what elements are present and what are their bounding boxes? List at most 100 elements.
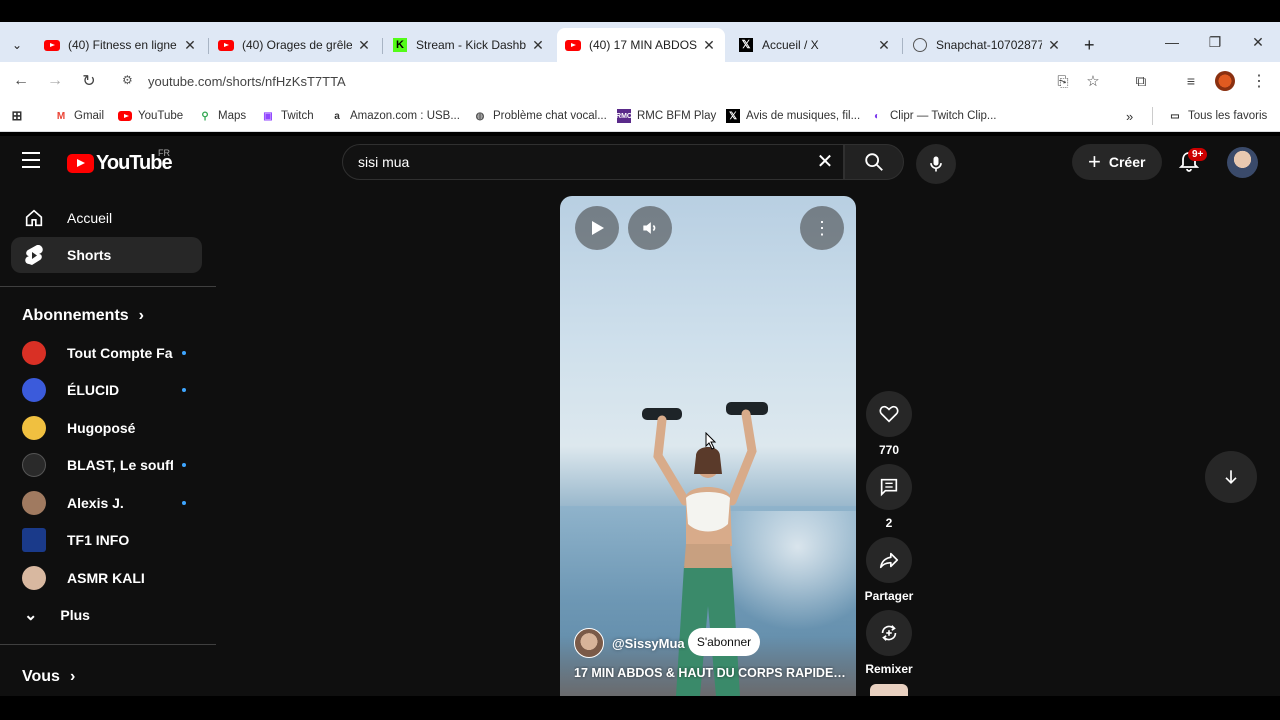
- volume-button[interactable]: [628, 206, 672, 250]
- tab-title: (40) Fitness en ligne :: [68, 38, 178, 52]
- minimize-button[interactable]: —: [1151, 22, 1193, 62]
- new-tab-button[interactable]: +: [1076, 28, 1100, 62]
- youtube-logo[interactable]: YouTube FR: [67, 148, 173, 175]
- channel-avatar: [574, 628, 604, 658]
- like-button[interactable]: [866, 391, 912, 437]
- remix-button[interactable]: [866, 610, 912, 656]
- close-icon[interactable]: ✕: [1046, 37, 1062, 54]
- all-bookmarks-button[interactable]: ▭ Tous les favoris: [1168, 107, 1267, 125]
- close-icon[interactable]: ✕: [701, 37, 717, 54]
- browser-menu-button[interactable]: ⋮: [1248, 70, 1270, 92]
- bookmark-item[interactable]: ◍ Problème chat vocal...: [473, 107, 607, 125]
- youtube-page: YouTube FR sisi mua ✕ + Créer 9+ Accueil…: [0, 136, 1280, 696]
- shorts-icon: [22, 243, 46, 267]
- maps-icon: ⚲: [201, 110, 209, 122]
- subscription-item[interactable]: Tout Compte Fait: [11, 335, 202, 371]
- short-channel-info[interactable]: @SissyMua: [574, 628, 685, 658]
- search-button[interactable]: [844, 144, 904, 180]
- browser-tab[interactable]: (40) Orages de grêle ✕: [210, 28, 380, 62]
- show-more-button[interactable]: ⌄ Plus: [11, 597, 202, 633]
- address-bar[interactable]: ⚙ youtube.com/shorts/nfHzKsT7TTA: [112, 66, 1112, 96]
- bookmark-item[interactable]: ⚲ Maps: [198, 107, 246, 125]
- show-more-label: Plus: [60, 607, 90, 623]
- tab-title: Snapchat-107028771: [936, 38, 1042, 52]
- bookmark-star-button[interactable]: ☆: [1082, 70, 1104, 92]
- install-app-button[interactable]: ⎘: [1052, 70, 1074, 92]
- restore-button[interactable]: ❐: [1194, 22, 1236, 62]
- subscription-item[interactable]: Hugoposé: [11, 410, 202, 446]
- bookmark-item[interactable]: a Amazon.com : USB...: [330, 107, 460, 125]
- create-button[interactable]: + Créer: [1072, 144, 1162, 180]
- bookmark-label: Twitch: [281, 110, 314, 122]
- sidebar-item-label: Shorts: [67, 247, 112, 263]
- browser-tab[interactable]: (40) Fitness en ligne : ✕: [36, 28, 206, 62]
- guide-menu-button[interactable]: [22, 152, 46, 172]
- browser-tab-active[interactable]: (40) 17 MIN ABDOS & ✕: [557, 28, 725, 62]
- sidebar-item-home[interactable]: Accueil: [11, 200, 202, 236]
- close-icon[interactable]: ✕: [182, 37, 198, 54]
- subscription-item[interactable]: ASMR KALI: [11, 560, 202, 596]
- next-short-button[interactable]: [1205, 451, 1257, 503]
- subscribe-button[interactable]: S'abonner: [688, 628, 760, 656]
- restore-icon: ❐: [1208, 33, 1222, 50]
- you-section-header[interactable]: Vous ›: [22, 668, 75, 686]
- profile-button[interactable]: [1214, 70, 1236, 92]
- bookmark-item[interactable]: YouTube: [118, 107, 183, 125]
- sound-thumbnail[interactable]: [870, 684, 908, 696]
- profile-avatar: [1215, 71, 1235, 91]
- browser-tab[interactable]: K Stream - Kick Dashbo ✕: [384, 28, 554, 62]
- plus-icon: +: [1084, 34, 1095, 55]
- site-settings-icon[interactable]: ⚙: [122, 73, 133, 87]
- amazon-icon: a: [334, 110, 340, 122]
- bookmark-item[interactable]: 𝕏 Avis de musiques, fil...: [726, 107, 860, 125]
- extensions-button[interactable]: ⧉: [1130, 70, 1152, 92]
- tab-title: Stream - Kick Dashbo: [416, 38, 526, 52]
- bookmark-item[interactable]: RMC RMC BFM Play: [616, 107, 716, 125]
- short-title[interactable]: 17 MIN ABDOS & HAUT DU CORPS RAPIDE ! ..…: [574, 666, 846, 680]
- tab-divider: [382, 38, 383, 54]
- close-icon[interactable]: ✕: [530, 37, 546, 54]
- like-action: 770: [866, 391, 912, 457]
- bookmark-item[interactable]: ▣ Twitch: [261, 107, 314, 125]
- tab-divider: [208, 38, 209, 54]
- comments-button[interactable]: [866, 464, 912, 510]
- tab-title: (40) 17 MIN ABDOS &: [589, 38, 697, 52]
- bookmark-item[interactable]: ◐ Clipr — Twitch Clip...: [870, 107, 997, 125]
- reload-button[interactable]: ↻: [78, 70, 100, 92]
- subscription-item[interactable]: TF1 INFO: [11, 522, 202, 558]
- channel-avatar: [22, 528, 46, 552]
- browser-tab[interactable]: 𝕏 Accueil / X ✕: [730, 28, 900, 62]
- globe-icon: [912, 37, 928, 53]
- subscription-item[interactable]: ÉLUCID: [11, 372, 202, 408]
- close-icon: ✕: [1252, 33, 1264, 50]
- forward-button[interactable]: →: [44, 70, 66, 92]
- search-input[interactable]: sisi mua: [358, 154, 409, 170]
- play-button[interactable]: [575, 206, 619, 250]
- bookmark-item[interactable]: M Gmail: [54, 107, 104, 125]
- share-button[interactable]: [866, 537, 912, 583]
- bookmark-label: Problème chat vocal...: [493, 110, 607, 122]
- video-options-button[interactable]: ⋮: [800, 206, 844, 250]
- sidebar-item-shorts[interactable]: Shorts: [11, 237, 202, 273]
- channel-name: TF1 INFO: [67, 532, 130, 548]
- account-avatar[interactable]: [1227, 147, 1258, 178]
- subscription-item[interactable]: BLAST, Le souffle de l'info: [11, 447, 202, 483]
- search-box[interactable]: sisi mua ✕: [342, 144, 844, 180]
- window-close-button[interactable]: ✕: [1237, 22, 1279, 62]
- remix-action: Remixer: [865, 610, 913, 676]
- you-title: Vous: [22, 668, 60, 685]
- bookmarks-overflow-button[interactable]: »: [1126, 107, 1133, 125]
- subscription-item[interactable]: Alexis J.: [11, 485, 202, 521]
- close-icon[interactable]: ✕: [356, 37, 372, 54]
- browser-tab[interactable]: Snapchat-107028771 ✕: [904, 28, 1070, 62]
- apps-button[interactable]: ⊞: [10, 107, 30, 125]
- clear-search-icon[interactable]: ✕: [813, 150, 837, 174]
- subscriptions-header[interactable]: Abonnements ›: [22, 307, 144, 325]
- voice-search-button[interactable]: [916, 144, 956, 184]
- close-icon[interactable]: ✕: [876, 37, 892, 54]
- back-button[interactable]: ←: [10, 70, 32, 92]
- browser-toolbar: ← → ↻ ⚙ youtube.com/shorts/nfHzKsT7TTA ⎘…: [0, 62, 1280, 100]
- folder-icon: ▭: [1170, 110, 1180, 122]
- media-controls-button[interactable]: ≡: [1180, 70, 1202, 92]
- tab-search-button[interactable]: ⌄: [4, 28, 34, 62]
